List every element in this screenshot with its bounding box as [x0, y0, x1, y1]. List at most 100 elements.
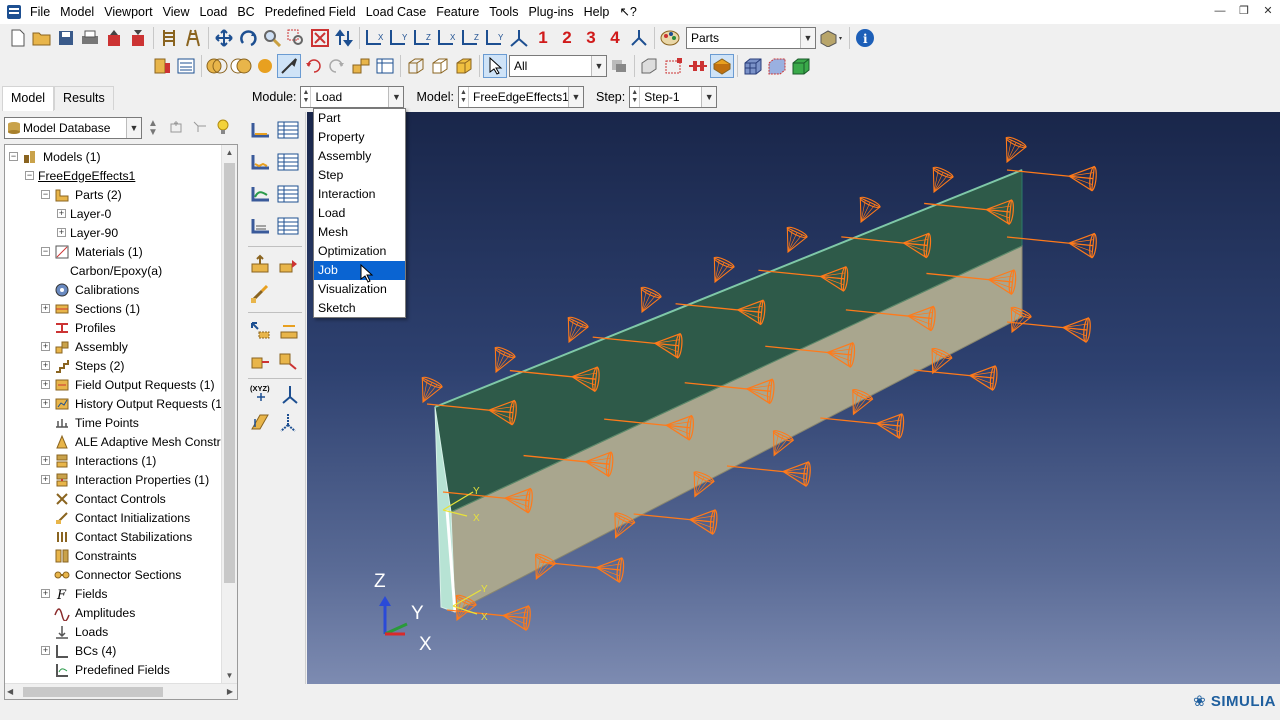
tree-item-interactions-1[interactable]: + Interactions (1) [41, 451, 156, 470]
view-bottom-icon[interactable]: X [435, 26, 459, 50]
collapse-icon[interactable]: − [41, 247, 50, 256]
module-option-optimization[interactable]: Optimization [314, 242, 405, 261]
rules-icon[interactable] [157, 26, 181, 50]
predefined-field-manager-icon[interactable] [276, 182, 300, 206]
menu-predefined-field[interactable]: Predefined Field [260, 1, 361, 23]
expand-icon[interactable]: + [57, 228, 66, 237]
collapse-icon[interactable]: − [25, 171, 34, 180]
menu-load[interactable]: Load [195, 1, 233, 23]
tree-item-sections-1[interactable]: + Sections (1) [41, 299, 140, 318]
chevron-down-icon[interactable]: ▼ [126, 118, 141, 138]
expand-icon[interactable]: + [57, 209, 66, 218]
tree-item-history-output-requests-1[interactable]: + History Output Requests (1) [41, 394, 226, 413]
expand-icon[interactable]: + [41, 399, 50, 408]
create-surface-icon[interactable] [276, 318, 300, 342]
module-option-step[interactable]: Step [314, 166, 405, 185]
tab-model[interactable]: Model [2, 86, 55, 111]
surface-manager-icon[interactable] [276, 348, 300, 372]
module-option-load[interactable]: Load [314, 204, 405, 223]
view-front-icon[interactable]: X [363, 26, 387, 50]
view-2-button[interactable]: 2 [555, 26, 579, 50]
chevron-down-icon[interactable]: ▼ [568, 87, 584, 107]
view-1-button[interactable]: 1 [531, 26, 555, 50]
module-option-assembly[interactable]: Assembly [314, 147, 405, 166]
table-icon[interactable] [373, 54, 397, 78]
zoom-icon[interactable] [260, 26, 284, 50]
field-manager-icon[interactable] [276, 252, 300, 276]
tree-item-profiles[interactable]: Profiles [41, 318, 116, 337]
chevron-down-icon[interactable]: ▼ [388, 87, 404, 107]
close-icon[interactable]: ✕ [1256, 0, 1280, 22]
create-bc-icon[interactable] [248, 150, 272, 174]
box-zoom-icon[interactable] [284, 26, 308, 50]
collapse-icon[interactable]: − [9, 152, 18, 161]
tree-item-time-points[interactable]: Time Points [41, 413, 139, 432]
redo-icon[interactable] [325, 54, 349, 78]
set-manager-icon[interactable] [248, 348, 272, 372]
expand-icon[interactable]: + [41, 342, 50, 351]
viewport[interactable]: Y X Y X Z Y X [307, 112, 1280, 684]
expand-icon[interactable]: + [41, 456, 50, 465]
triad-icon[interactable] [627, 26, 651, 50]
tree-item-carbon-epoxy-a[interactable]: Carbon/Epoxy(a) [57, 261, 162, 280]
selection-options-icon[interactable] [607, 54, 631, 78]
toggle-selection-icon[interactable] [277, 54, 301, 78]
chevron-down-icon[interactable]: ▼ [800, 28, 815, 48]
load-case-manager-icon[interactable] [276, 214, 300, 238]
create-load-icon[interactable] [248, 118, 272, 142]
menu-feature[interactable]: Feature [431, 1, 484, 23]
app-icon[interactable] [3, 1, 25, 23]
undo-icon[interactable] [301, 54, 325, 78]
bc-manager-icon[interactable] [276, 150, 300, 174]
new-file-icon[interactable] [6, 26, 30, 50]
mesh-display-icon[interactable] [741, 54, 765, 78]
display-group-icon[interactable] [710, 54, 734, 78]
datum-point-icon[interactable] [276, 410, 300, 434]
tree-item-calibrations[interactable]: Calibrations [41, 280, 139, 299]
create-amplitude-icon[interactable] [248, 282, 272, 306]
view-back-icon[interactable]: Y [387, 26, 411, 50]
tree-item-contact-stabilizations[interactable]: Contact Stabilizations [41, 527, 192, 546]
module-option-mesh[interactable]: Mesh [314, 223, 405, 242]
open-folder-icon[interactable] [30, 26, 54, 50]
tab-results[interactable]: Results [54, 86, 114, 110]
collapse-tree-icon[interactable] [168, 120, 184, 137]
query-icon[interactable] [174, 54, 198, 78]
view-4-button[interactable]: 4 [603, 26, 627, 50]
database-combo[interactable]: Model Database ▼ [4, 117, 142, 139]
color-code-combo[interactable]: Parts ▼ [686, 27, 816, 49]
module-option-property[interactable]: Property [314, 128, 405, 147]
tree-item-fields[interactable]: + F Fields [41, 584, 108, 603]
module-option-interaction[interactable]: Interaction [314, 185, 405, 204]
import-icon[interactable] [126, 26, 150, 50]
view-right-icon[interactable]: Y [483, 26, 507, 50]
render-model-wire-icon[interactable] [404, 54, 428, 78]
load-manager-icon[interactable] [276, 118, 300, 142]
tree-horizontal-scrollbar[interactable]: ◀ ▶ [5, 683, 237, 699]
model-combo[interactable]: ▲ ▼ FreeEdgeEffects1 ▼ [458, 86, 585, 108]
render-wireframe-icon[interactable] [205, 54, 229, 78]
chevron-down-icon[interactable]: ▼ [591, 56, 606, 76]
view-left-icon[interactable]: Z [459, 26, 483, 50]
tree-item-field-output-requests-1[interactable]: + Field Output Requests (1) [41, 375, 215, 394]
mesh-highlight-icon[interactable] [765, 54, 789, 78]
auto-fit-icon[interactable] [308, 26, 332, 50]
tree-item-models-1[interactable]: − Models (1) [9, 147, 101, 166]
save-icon[interactable] [54, 26, 78, 50]
scroll-thumb[interactable] [23, 687, 163, 697]
menu-plug-ins[interactable]: Plug-ins [523, 1, 578, 23]
menu-help[interactable]: Help [579, 1, 615, 23]
tree-item-steps-2[interactable]: + Steps (2) [41, 356, 124, 375]
create-load-case-icon[interactable] [248, 214, 272, 238]
tree-item-amplitudes[interactable]: Amplitudes [41, 603, 135, 622]
expand-icon[interactable]: + [41, 304, 50, 313]
expand-icon[interactable]: + [41, 646, 50, 655]
tree-item-bcs-4[interactable]: + BCs (4) [41, 641, 116, 660]
module-option-part[interactable]: Part [314, 109, 405, 128]
ladder-icon[interactable] [181, 26, 205, 50]
menu-model[interactable]: Model [55, 1, 99, 23]
model-spin-icon[interactable]: ▲ ▼ [459, 87, 470, 107]
tree-item-contact-controls[interactable]: Contact Controls [41, 489, 166, 508]
tree-item-connector-sections[interactable]: Connector Sections [41, 565, 181, 584]
create-field-icon[interactable] [248, 252, 272, 276]
